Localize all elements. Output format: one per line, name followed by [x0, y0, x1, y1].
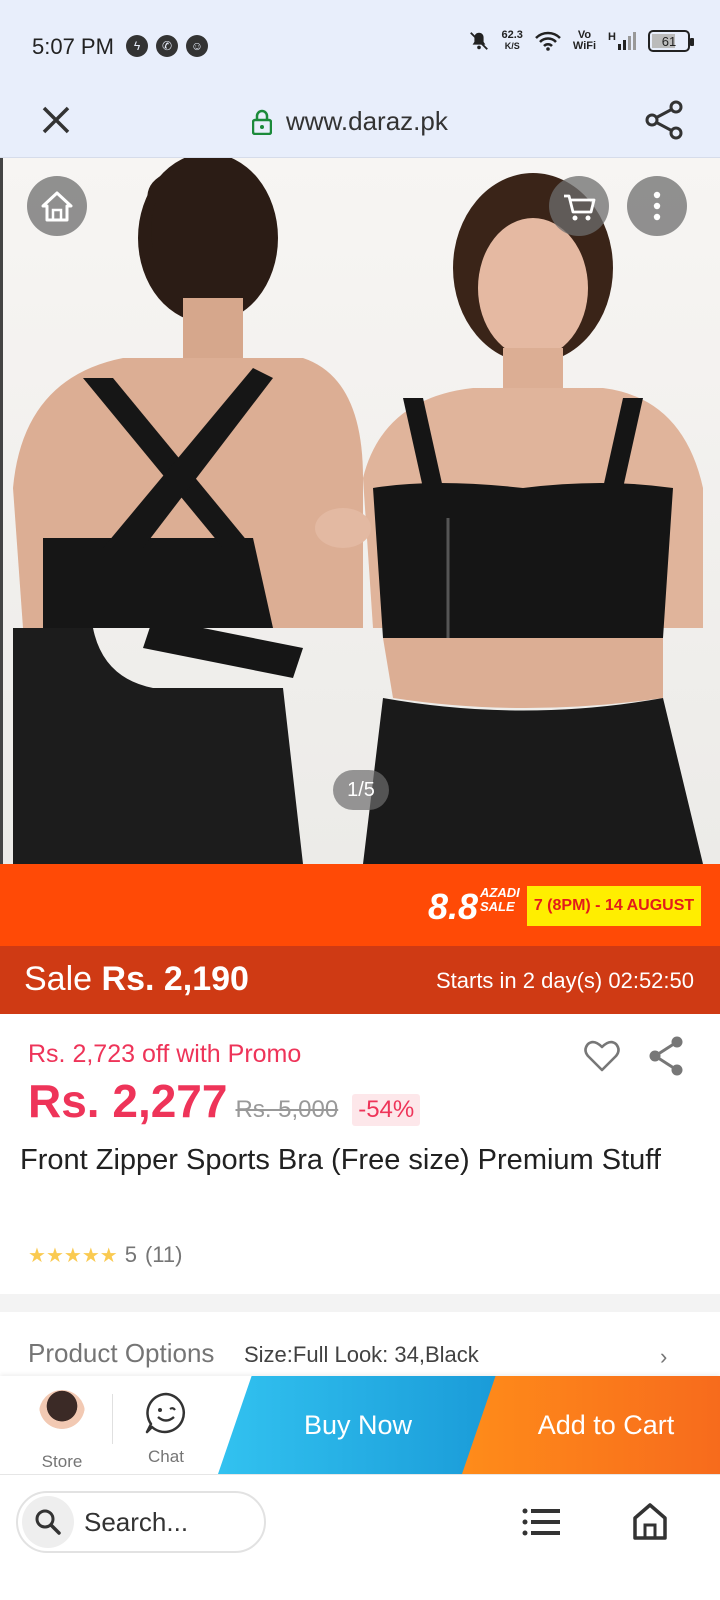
- chevron-right-icon: ›: [660, 1344, 668, 1369]
- campaign-date: 7 (8PM) - 14 AUGUST: [527, 886, 701, 926]
- rating-stars: ★ ★ ★ ★ ★: [28, 1243, 118, 1268]
- store-button[interactable]: Store: [22, 1390, 102, 1472]
- campaign-banner[interactable]: 8.8 AZADI SALE 7 (8PM) - 14 AUGUST: [0, 864, 720, 946]
- wishlist-heart-icon[interactable]: [582, 1036, 622, 1076]
- sale-label: Sale: [24, 960, 93, 998]
- campaign-title: AZADI SALE: [480, 886, 520, 914]
- product-options-row[interactable]: Product Options Size:Full Look: 34,Black…: [0, 1312, 720, 1376]
- price-row: Rs. 2,277 Rs. 5,000 -54%: [28, 1074, 421, 1128]
- mute-bell-icon: [469, 32, 488, 50]
- promo-text: Rs. 2,723 off with Promo: [28, 1040, 302, 1068]
- section-divider: [0, 1294, 720, 1312]
- chat-button[interactable]: Chat: [126, 1390, 206, 1467]
- share-product-icon[interactable]: [646, 1034, 686, 1078]
- battery-icon: 61: [648, 30, 694, 52]
- options-label: Product Options: [28, 1338, 215, 1368]
- home-button[interactable]: [27, 176, 87, 236]
- network-type: H: [608, 31, 616, 43]
- home-icon: [41, 191, 73, 222]
- search-icon: [22, 1496, 74, 1548]
- product-image-gallery[interactable]: 1/5: [0, 158, 720, 864]
- sale-price: Rs. 2,190: [101, 960, 249, 998]
- more-options-button[interactable]: [627, 176, 687, 236]
- current-price: Rs. 2,277: [28, 1075, 228, 1127]
- browser-bottom-bar: Search...: [0, 1474, 720, 1600]
- star-icon: ★: [63, 1244, 82, 1267]
- image-counter: 1/5: [333, 770, 389, 810]
- wifi-icon: [535, 31, 561, 51]
- store-label: Store: [41, 1452, 83, 1471]
- search-placeholder: Search...: [84, 1506, 189, 1537]
- sale-countdown: Starts in 2 day(s) 02:52:50: [435, 968, 694, 993]
- search-input[interactable]: Search...: [16, 1491, 266, 1553]
- browser-home-icon[interactable]: [632, 1501, 668, 1541]
- rating-count: (11): [144, 1242, 183, 1267]
- battery-level: 61: [661, 33, 677, 49]
- add-to-cart-button[interactable]: Add to Cart: [462, 1376, 720, 1474]
- product-photo: [13, 158, 703, 864]
- system-icons: 62.3 K/S Vo WiFi H 61: [468, 30, 694, 52]
- status-bar: 5:07 PM ϟ ✆ ☺ 62.3 K/S Vo WiFi H 61: [0, 0, 720, 88]
- cart-icon: [564, 194, 596, 221]
- star-icon: ★: [28, 1244, 46, 1267]
- status-time: 5:07 PM: [32, 34, 114, 59]
- speed-value: 62.3: [501, 29, 523, 41]
- flash-sale-bar: Sale Rs. 2,190 Starts in 2 day(s) 02:52:…: [0, 946, 720, 1014]
- more-vertical-icon: [653, 191, 661, 221]
- store-avatar: [39, 1390, 85, 1436]
- whatsapp-icon: ✆: [156, 35, 178, 57]
- rating-value: 5: [124, 1242, 137, 1267]
- url-display[interactable]: www.daraz.pk: [252, 106, 448, 137]
- vowifi-bottom: WiFi: [572, 40, 597, 52]
- messenger-icon: ϟ: [126, 35, 148, 57]
- vowifi-indicator: Vo WiFi: [573, 30, 596, 52]
- lock-icon: [252, 109, 272, 135]
- chat-icon: [145, 1392, 186, 1434]
- signal-icon: H: [608, 32, 636, 50]
- product-rating[interactable]: ★ ★ ★ ★ ★ 5 (11): [28, 1242, 182, 1268]
- discount-badge: -54%: [352, 1094, 421, 1126]
- network-speed: 62.3 K/S: [502, 30, 523, 52]
- options-value: Size:Full Look: 34,Black: [244, 1342, 479, 1367]
- notification-icons: ϟ ✆ ☺: [126, 35, 208, 57]
- star-icon: ★: [45, 1244, 64, 1267]
- speed-unit: K/S: [504, 41, 520, 51]
- browser-url-bar: www.daraz.pk: [0, 88, 720, 158]
- product-info: Rs. 2,723 off with Promo Rs. 2,277 Rs. 5…: [0, 1014, 720, 1290]
- url-text: www.daraz.pk: [286, 106, 448, 136]
- action-separator: [112, 1394, 113, 1444]
- buy-now-button[interactable]: Buy Now: [218, 1376, 498, 1474]
- snapchat-icon: ☺: [186, 35, 208, 57]
- star-icon: ★: [99, 1244, 118, 1267]
- sale-price-block: Sale Rs. 2,190: [24, 960, 249, 999]
- close-icon[interactable]: [36, 100, 76, 140]
- campaign-number: 8.8: [428, 886, 479, 927]
- product-title: Front Zipper Sports Bra (Free size) Prem…: [20, 1144, 661, 1176]
- share-icon[interactable]: [642, 98, 686, 142]
- original-price: Rs. 5,000: [235, 1096, 339, 1123]
- chat-label: Chat: [148, 1447, 184, 1466]
- cart-button[interactable]: [549, 176, 609, 236]
- star-icon: ★: [81, 1244, 100, 1267]
- campaign-azadi: AZADI: [480, 885, 520, 900]
- campaign-sale: SALE: [480, 899, 515, 914]
- product-action-bar: Store Chat Buy Now Add to Cart: [0, 1376, 720, 1474]
- list-menu-icon[interactable]: [522, 1507, 560, 1537]
